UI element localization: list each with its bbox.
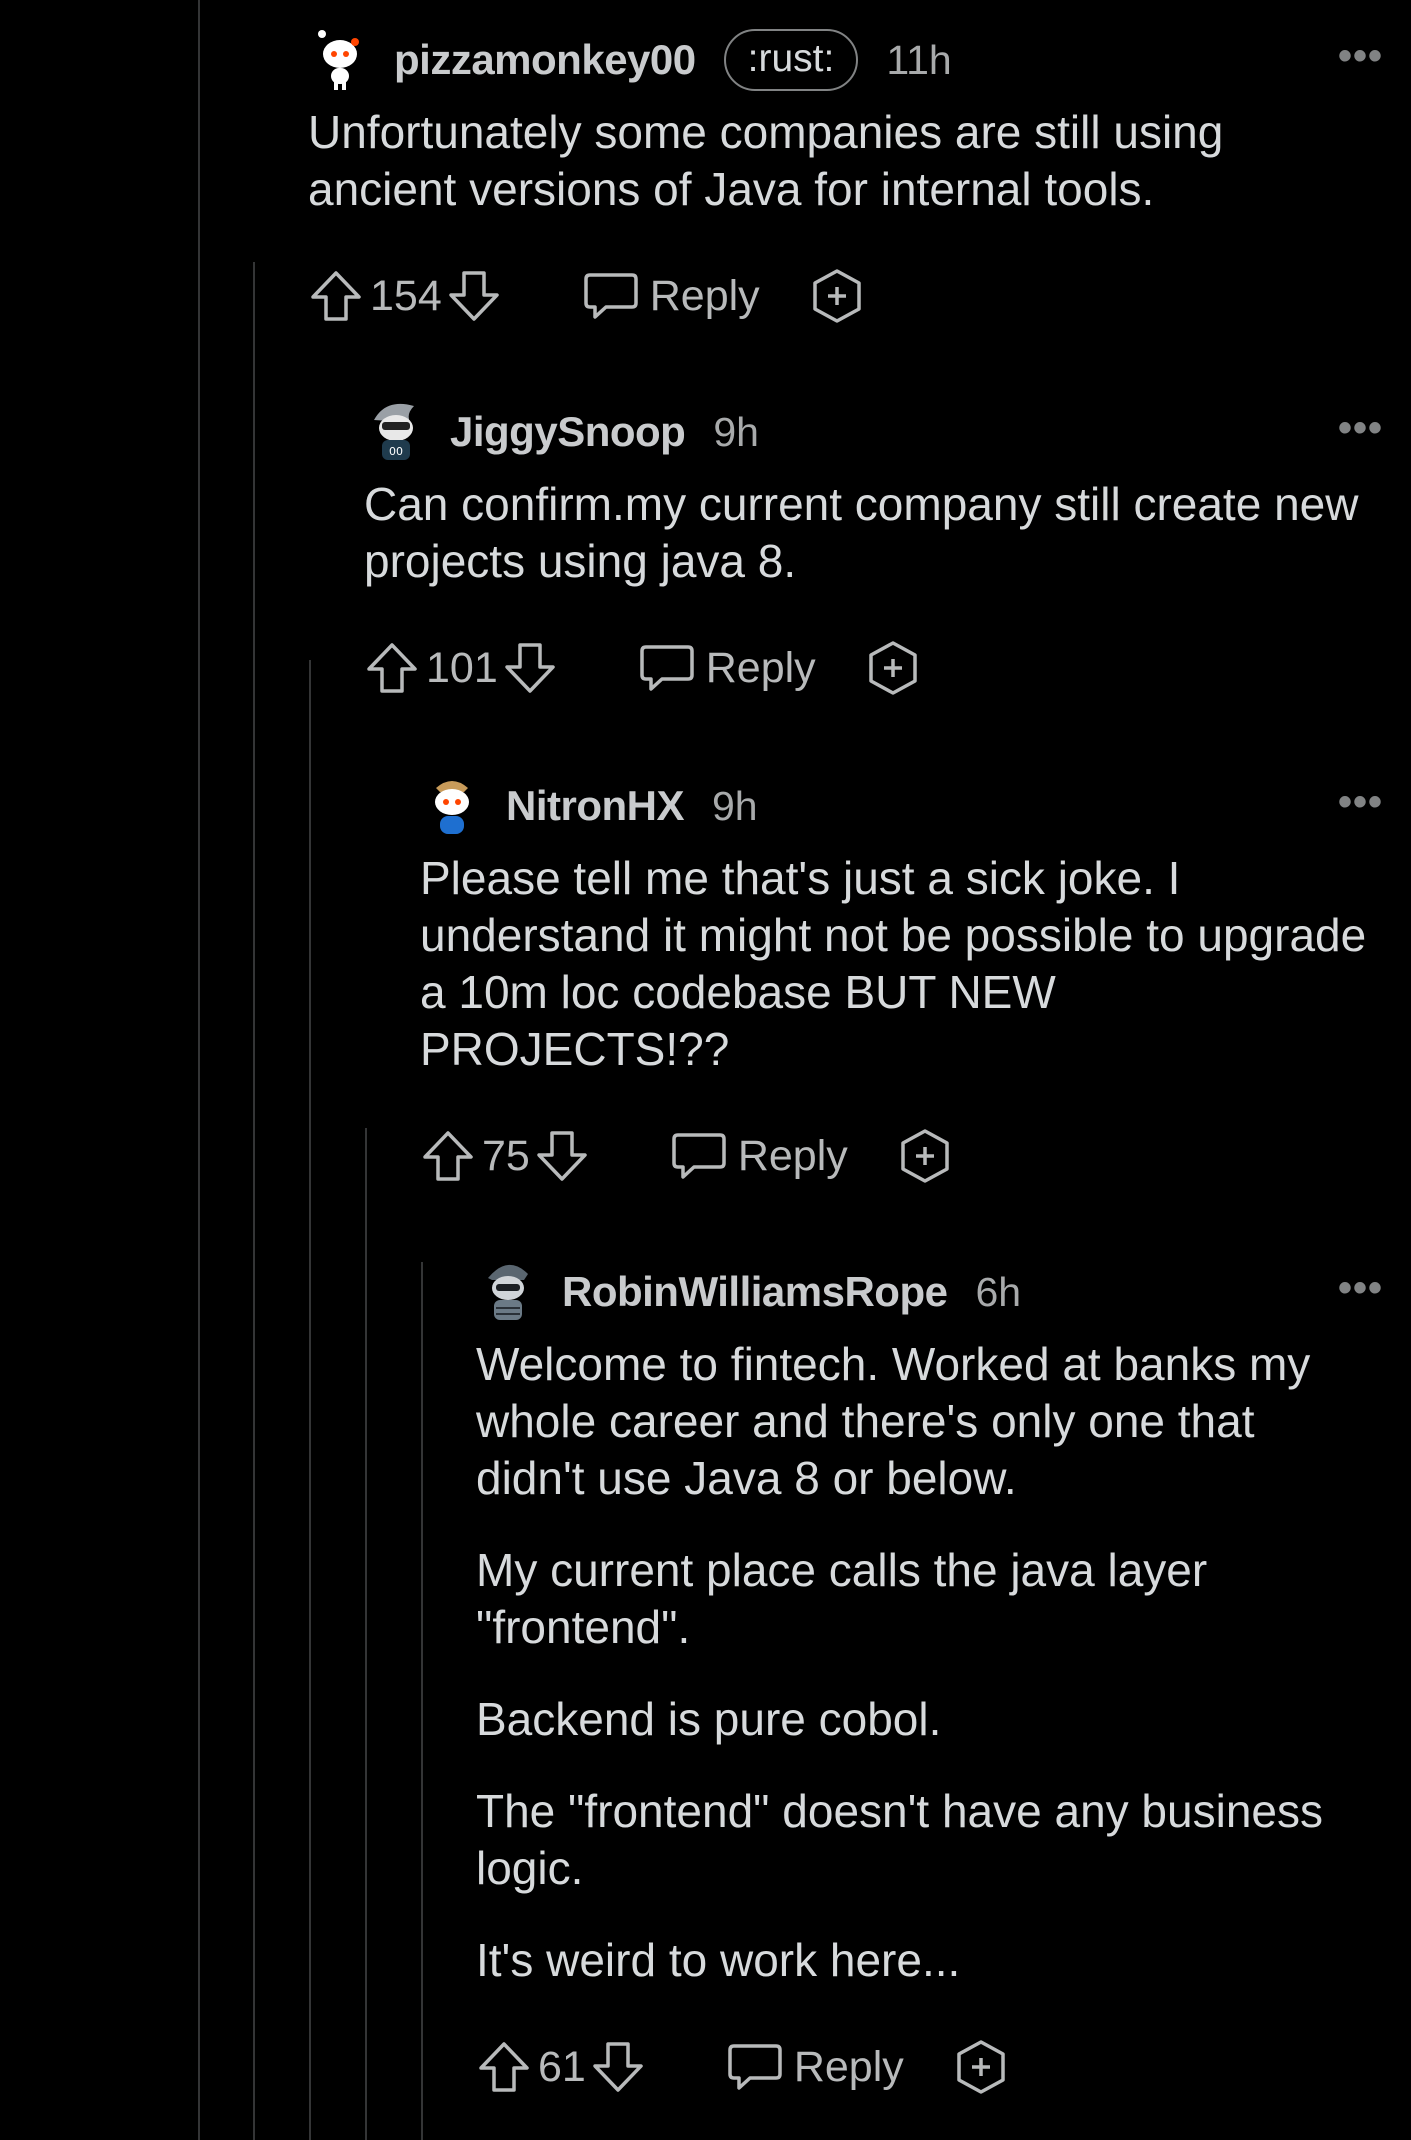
comment-meta: pizzamonkey00 :rust: 11h (308, 28, 1411, 92)
more-options-icon[interactable]: ••• (1338, 1266, 1383, 1311)
comment-body: Please tell me that's just a sick joke. … (420, 850, 1411, 1078)
downvote-icon[interactable] (502, 640, 558, 696)
comment-paragraph: Backend is pure cobol. (476, 1693, 942, 1745)
comment-paragraph: The "frontend" doesn't have any business… (476, 1785, 1323, 1894)
upvote-icon[interactable] (364, 640, 420, 696)
comment-meta: RobinWilliamsRope 6h (476, 1260, 1411, 1324)
score: 101 (426, 643, 498, 692)
thread-line[interactable] (365, 1128, 367, 2140)
timestamp: 11h (886, 36, 952, 83)
comment-actions: 61 Reply (476, 2037, 1411, 2097)
comment-paragraph: Welcome to fintech. Worked at banks my w… (476, 1338, 1311, 1504)
username[interactable]: RobinWilliamsRope (562, 1268, 948, 1316)
avatar[interactable] (476, 1260, 540, 1324)
more-options-icon[interactable]: ••• (1338, 406, 1383, 451)
comment: pizzamonkey00 :rust: 11h ••• Unfortunate… (308, 28, 1411, 326)
downvote-icon[interactable] (590, 2039, 646, 2095)
reply-button[interactable]: Reply (572, 269, 760, 323)
comment-actions: 101 Reply (364, 638, 1411, 698)
avatar[interactable] (308, 28, 372, 92)
downvote-icon[interactable] (534, 1128, 590, 1184)
reply-label: Reply (793, 2042, 904, 2091)
upvote-icon[interactable] (476, 2039, 532, 2095)
reply-label: Reply (705, 643, 816, 692)
comment-paragraph: Unfortunately some companies are still u… (308, 106, 1224, 215)
avatar[interactable] (420, 774, 484, 838)
timestamp: 9h (712, 782, 758, 829)
comment-body: Welcome to fintech. Worked at banks my w… (476, 1336, 1411, 1989)
award-icon[interactable] (952, 2038, 1010, 2096)
comment-body: Unfortunately some companies are still u… (308, 104, 1411, 218)
username[interactable]: JiggySnoop (450, 408, 686, 456)
thread-line[interactable] (309, 660, 311, 2140)
comment-bubble-icon (582, 269, 640, 323)
comment-actions: 75 Reply (420, 1126, 1411, 1186)
award-icon[interactable] (808, 267, 866, 325)
upvote-icon[interactable] (308, 268, 364, 324)
comment-thread: pizzamonkey00 :rust: 11h ••• Unfortunate… (0, 0, 1411, 2140)
downvote-icon[interactable] (446, 268, 502, 324)
comment-paragraph: My current place calls the java layer "f… (476, 1544, 1208, 1653)
comment-meta: NitronHX 9h (420, 774, 1411, 838)
award-icon[interactable] (864, 639, 922, 697)
username[interactable]: NitronHX (506, 782, 685, 830)
comment-body: Can confirm.my current company still cre… (364, 476, 1411, 590)
timestamp: 9h (713, 408, 759, 455)
avatar[interactable]: 00 (364, 400, 428, 464)
timestamp: 6h (975, 1268, 1022, 1315)
reply-button[interactable]: Reply (628, 641, 816, 695)
thread-line[interactable] (253, 262, 255, 2140)
reply-button[interactable]: Reply (716, 2040, 904, 2094)
username[interactable]: pizzamonkey00 (394, 36, 696, 84)
score: 61 (538, 2042, 586, 2091)
comment: NitronHX 9h ••• Please tell me that's ju… (420, 774, 1411, 1186)
comment-bubble-icon (726, 2040, 784, 2094)
comment-paragraph: Can confirm.my current company still cre… (364, 478, 1359, 587)
reply-button[interactable]: Reply (660, 1129, 848, 1183)
more-options-icon[interactable]: ••• (1338, 34, 1383, 79)
score: 75 (482, 1131, 530, 1180)
comment-bubble-icon (638, 641, 696, 695)
comment-paragraph: Please tell me that's just a sick joke. … (420, 852, 1367, 1075)
reply-label: Reply (649, 271, 760, 320)
reply-label: Reply (737, 1131, 848, 1180)
more-options-icon[interactable]: ••• (1338, 780, 1383, 825)
comment-actions: 154 Reply (308, 266, 1411, 326)
comment: RobinWilliamsRope 6h ••• Welcome to fint… (476, 1260, 1411, 2097)
user-flair: :rust: (723, 29, 859, 91)
svg-text:00: 00 (389, 445, 403, 458)
thread-line[interactable] (421, 1262, 423, 2140)
comment-paragraph: It's weird to work here... (476, 1934, 961, 1986)
thread-line[interactable] (198, 0, 200, 2140)
comment-meta: 00 JiggySnoop 9h (364, 400, 1411, 464)
comment: 00 JiggySnoop 9h ••• Can confirm.my curr… (364, 400, 1411, 698)
award-icon[interactable] (896, 1127, 954, 1185)
comment-bubble-icon (670, 1129, 728, 1183)
score: 154 (370, 271, 442, 320)
upvote-icon[interactable] (420, 1128, 476, 1184)
